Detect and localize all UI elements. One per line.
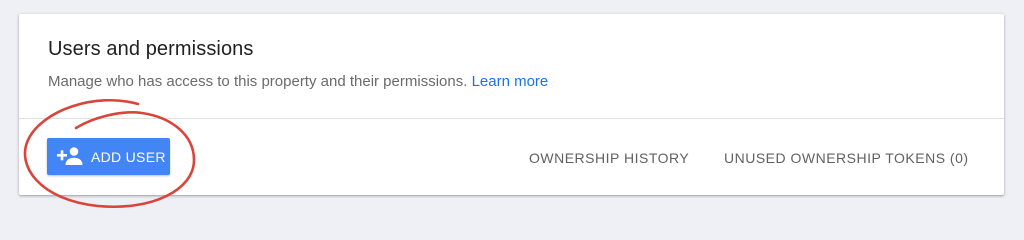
learn-more-link[interactable]: Learn more	[472, 73, 549, 90]
person-add-icon	[57, 147, 83, 165]
ownership-history-button[interactable]: OWNERSHIP HISTORY	[529, 150, 689, 166]
users-permissions-card: Users and permissions Manage who has acc…	[19, 14, 1004, 195]
card-title: Users and permissions	[48, 38, 254, 60]
add-user-label: ADD USER	[91, 149, 166, 165]
add-user-button[interactable]: ADD USER	[47, 138, 170, 175]
card-header: Users and permissions Manage who has acc…	[19, 14, 1004, 119]
unused-ownership-tokens-button[interactable]: UNUSED OWNERSHIP TOKENS (0)	[724, 150, 969, 166]
card-description: Manage who has access to this property a…	[48, 73, 548, 90]
description-text: Manage who has access to this property a…	[48, 73, 468, 90]
